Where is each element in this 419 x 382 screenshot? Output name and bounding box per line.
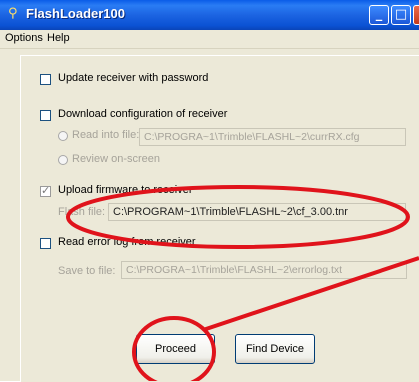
close-icon: ✕ bbox=[414, 6, 419, 24]
close-button[interactable]: ✕ bbox=[413, 5, 419, 25]
menu-help[interactable]: Help bbox=[47, 32, 70, 44]
check-icon: ✓ bbox=[41, 184, 51, 197]
maximize-icon: □ bbox=[394, 7, 408, 22]
read-error-log-checkbox[interactable] bbox=[40, 238, 51, 249]
save-to-file-label: Save to file: bbox=[58, 265, 116, 277]
update-password-label: Update receiver with password bbox=[58, 72, 209, 84]
menu-options[interactable]: Options bbox=[5, 32, 43, 44]
read-into-file-label: Read into file: bbox=[72, 129, 140, 141]
satellite-app-icon: ⚲ bbox=[8, 6, 18, 21]
minimize-button[interactable]: _ bbox=[369, 5, 389, 25]
read-error-log-label: Read error log from receiver bbox=[58, 236, 196, 248]
find-device-button[interactable]: Find Device bbox=[235, 334, 315, 364]
maximize-button[interactable]: □ bbox=[391, 5, 411, 25]
proceed-button[interactable]: Proceed bbox=[136, 334, 215, 364]
review-on-screen-radio[interactable] bbox=[58, 155, 68, 165]
download-config-label: Download configuration of receiver bbox=[58, 108, 228, 120]
read-into-file-radio[interactable] bbox=[58, 131, 68, 141]
window-title: FlashLoader100 bbox=[26, 6, 125, 21]
flash-file-field[interactable]: C:\PROGRAM~1\Trimble\FLASHL~2\cf_3.00.tn… bbox=[108, 203, 406, 221]
flash-file-label: Flash file: bbox=[58, 206, 106, 218]
upload-firmware-checkbox[interactable]: ✓ bbox=[40, 184, 51, 197]
read-into-file-field[interactable]: C:\PROGRA~1\Trimble\FLASHL~2\currRX.cfg bbox=[139, 128, 406, 146]
flashloader-window: ⚲ FlashLoader100 _ □ ✕ Options Help Upda… bbox=[0, 0, 419, 382]
upload-firmware-label: Upload firmware to receiver bbox=[58, 184, 193, 196]
menu-bar: Options Help bbox=[0, 30, 419, 49]
minimize-icon: _ bbox=[375, 7, 383, 22]
update-password-checkbox[interactable] bbox=[40, 74, 51, 85]
save-to-file-field[interactable]: C:\PROGRA~1\Trimble\FLASHL~2\errorlog.tx… bbox=[121, 261, 407, 279]
download-config-checkbox[interactable] bbox=[40, 110, 51, 121]
title-bar: ⚲ FlashLoader100 _ □ ✕ bbox=[0, 0, 419, 30]
review-on-screen-label: Review on-screen bbox=[72, 153, 161, 165]
